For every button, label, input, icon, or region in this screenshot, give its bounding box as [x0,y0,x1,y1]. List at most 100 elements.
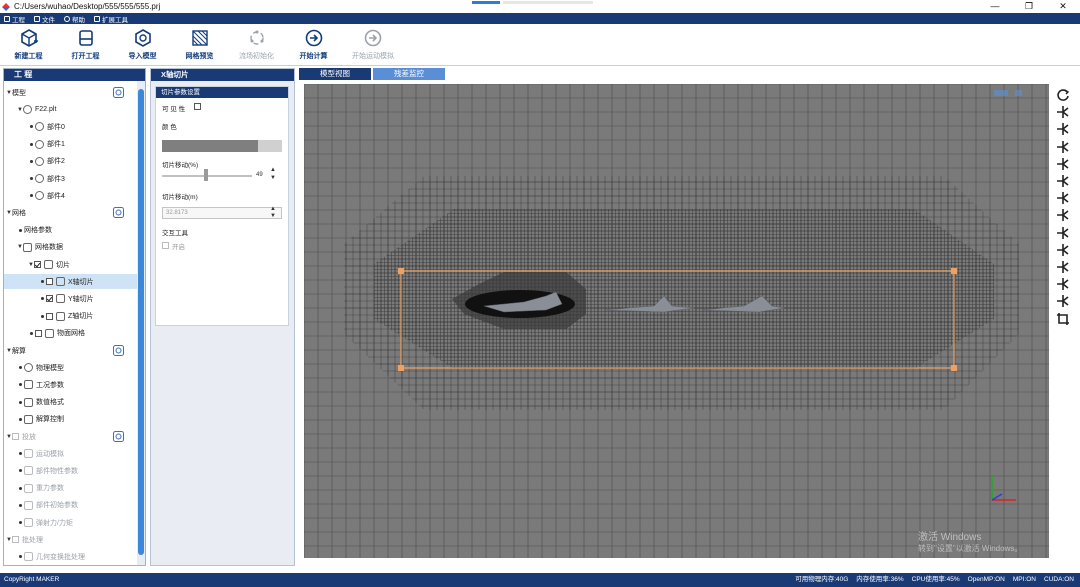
view-z-icon[interactable] [1056,174,1070,188]
tree-checkbox[interactable] [35,329,42,337]
tree-item[interactable]: 解算控制 [4,412,138,427]
menu-project[interactable]: 工程 [4,14,25,24]
start-compute-button[interactable]: 开始计算 [285,24,342,65]
menu-file[interactable]: 文件 [34,14,55,24]
iso-view-3-icon[interactable] [1056,243,1070,257]
iso-view-6-icon[interactable] [1056,294,1070,308]
view-neg-z-icon[interactable] [1056,191,1070,205]
box-corner-handle[interactable] [398,268,404,274]
mesh-preview-button[interactable]: 网格预览 [171,24,228,65]
iso-view-2-icon[interactable] [1056,226,1070,240]
tree-item-label: X轴切片 [68,278,94,286]
bullet-icon [19,486,22,490]
view-neg-x-icon[interactable] [1056,122,1070,136]
rotate-icon[interactable] [1056,88,1070,102]
color-swatch[interactable] [162,140,258,152]
view-y-icon[interactable] [1056,140,1070,154]
mesh-view-icon[interactable] [113,207,124,219]
tree-item[interactable]: ▼ F22.plt [4,102,138,117]
import-model-icon [134,29,151,47]
box-corner-handle[interactable] [398,365,404,371]
tree-checkbox[interactable] [12,536,19,544]
spin-down-icon[interactable]: ▼ [270,175,276,181]
tree-checkbox[interactable] [46,312,53,320]
tree-item[interactable]: 弹射力/力矩 [4,515,138,530]
tree-checkbox[interactable] [46,295,53,303]
menu-tools[interactable]: 扩展工具 [94,14,128,24]
motion-icon [24,449,33,459]
slice-move-pct-value[interactable]: 49 [256,172,263,178]
close-button[interactable]: ✕ [1046,0,1080,13]
tree-item[interactable]: 部件0 [4,119,138,134]
menu-help[interactable]: 帮助 [64,14,85,24]
numeric-icon [24,397,33,407]
open-project-button[interactable]: 打开工程 [57,24,114,65]
color-picker-button[interactable] [258,140,282,152]
tree-item[interactable]: 重力参数 [4,481,138,496]
tree-item[interactable]: 工况参数 [4,377,138,392]
view-x-icon[interactable] [1056,105,1070,119]
viewport-overlay-icon[interactable] [994,90,1022,96]
tree-item[interactable]: 部件2 [4,154,138,169]
tree-item[interactable]: ▼ 网格数据 [4,240,138,255]
tree-item[interactable]: 几何变换批处理 [4,549,138,564]
spin-down-icon[interactable]: ▼ [270,213,276,219]
fit-view-icon[interactable] [1056,312,1070,326]
model-settings-icon[interactable] [113,87,124,98]
tree-item[interactable]: 部件1 [4,137,138,152]
tab-model-view[interactable]: 模型视图 [299,68,371,80]
new-project-button[interactable]: 新建工程 [0,24,57,65]
model-viewport[interactable] [304,84,1049,558]
tree-item[interactable]: 网格参数 [4,223,138,238]
start-motion-button[interactable]: 开始运动模拟 [342,24,404,65]
tree-item[interactable]: ▼ 切片 [4,257,138,272]
slice-move-slider-thumb[interactable] [204,169,209,181]
iso-view-4-icon[interactable] [1056,260,1070,274]
slice-move-m-input[interactable]: 32.8173 [162,207,282,219]
mesh-preview-icon [191,30,208,46]
visible-label: 可 见 性 [162,106,186,113]
open-checkbox[interactable] [162,242,169,249]
solve-run-icon[interactable] [113,345,124,356]
tree-item[interactable]: 部件3 [4,171,138,186]
tree-scroll-thumb[interactable] [138,89,144,555]
tree-checkbox[interactable] [34,261,41,268]
tree-item[interactable]: 物理模型 [4,360,138,375]
visible-checkbox[interactable] [194,103,201,110]
folder-icon [34,15,40,22]
tree-item-label: 部件3 [47,175,65,183]
tree-item[interactable]: 部件物性参数 [4,463,138,478]
iso-view-5-icon[interactable] [1056,277,1070,291]
tree-item[interactable]: 数值格式 [4,395,138,410]
tree-scrollbar[interactable] [137,81,145,565]
transform-icon [24,552,33,562]
tree-item[interactable]: 运动模拟 [4,446,138,461]
tree-item[interactable]: Z轴切片 [4,309,138,324]
tree-item[interactable]: 物面网格 [4,326,138,341]
maximize-button[interactable]: ❐ [1012,0,1046,13]
tree-item[interactable]: 部件初始参数 [4,498,138,513]
tree-item[interactable]: ▼ 批处理 [4,532,138,547]
spin-up-icon[interactable]: ▲ [270,206,276,212]
start-motion-label: 开始运动模拟 [352,53,394,60]
tab-residual-monitor[interactable]: 残差监控 [373,68,445,80]
tree-checkbox[interactable] [46,278,53,286]
spin-up-icon[interactable]: ▲ [270,167,276,173]
view-neg-y-icon[interactable] [1056,157,1070,171]
tree-checkbox[interactable] [12,433,19,440]
title-bar: C:/Users/wuhao/Desktop/555/555/555.prj —… [0,0,1080,13]
tree-item[interactable]: X轴切片 [4,274,138,290]
minimize-button[interactable]: — [978,0,1012,13]
status-cpu-usage: CPU使用率:45% [911,576,960,583]
import-model-button[interactable]: 导入模型 [114,24,171,65]
file-icon [4,15,10,22]
iso-view-1-icon[interactable] [1056,208,1070,222]
box-corner-handle[interactable] [951,268,957,274]
tree-item[interactable]: 部件4 [4,188,138,203]
pencil-icon [56,277,65,287]
flowfield-init-icon [249,30,264,45]
release-settings-icon[interactable] [113,431,124,442]
flowfield-init-button[interactable]: 流场初始化 [228,24,285,65]
box-corner-handle[interactable] [951,365,957,371]
tree-item[interactable]: Y轴切片 [4,291,138,306]
